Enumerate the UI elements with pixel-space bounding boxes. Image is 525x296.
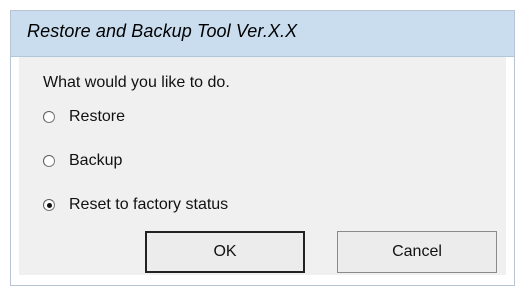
ok-button[interactable]: OK (145, 231, 305, 273)
radio-option-restore[interactable]: Restore (43, 105, 125, 129)
radio-label-backup: Backup (69, 152, 123, 169)
radio-option-backup[interactable]: Backup (43, 149, 122, 173)
radio-button-backup[interactable] (43, 155, 55, 167)
radio-label-restore: Restore (69, 108, 126, 125)
dialog-content: What would you like to do. Restore Backu… (19, 57, 506, 275)
radio-button-reset[interactable] (43, 199, 55, 211)
title-bar[interactable]: Restore and Backup Tool Ver.X.X (11, 11, 514, 57)
prompt-text: What would you like to do. (43, 74, 230, 91)
radio-option-reset[interactable]: Reset to factory status (43, 193, 228, 217)
radio-label-reset: Reset to factory status (69, 196, 229, 213)
radio-button-restore[interactable] (43, 111, 55, 123)
dialog-title: Restore and Backup Tool Ver.X.X (27, 21, 298, 41)
dialog-window: Restore and Backup Tool Ver.X.X What wou… (10, 10, 515, 286)
cancel-button[interactable]: Cancel (337, 231, 497, 273)
